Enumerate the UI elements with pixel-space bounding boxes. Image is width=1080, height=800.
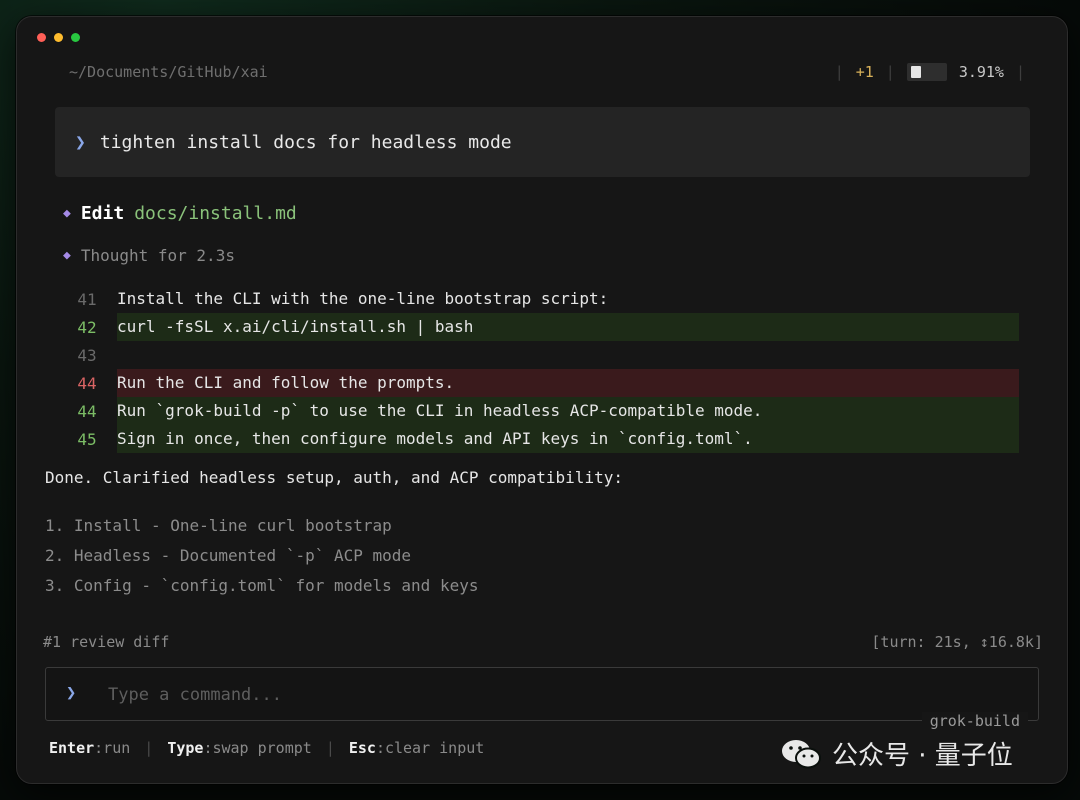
thought-text: Thought for 2.3s [80, 246, 235, 265]
chevron-right-icon: ❯ [66, 683, 77, 703]
close-window-button[interactable] [37, 33, 46, 42]
line-number: 43 [77, 345, 97, 365]
list-item: 2. Headless - Documented `-p` ACP mode [45, 546, 412, 565]
diff-line-added: 45 Sign in once, then configure models an… [57, 425, 1019, 453]
change-count: +1 [855, 63, 874, 81]
chevron-right-icon: ❯ [75, 131, 86, 153]
line-number: 44 [77, 401, 97, 421]
diff-line-added: 42 curl -fsSL x.ai/cli/install.sh | bash [57, 313, 1019, 341]
context-meter-fill [910, 66, 921, 78]
watermark-text: 公众号 · 量子位 [832, 741, 1013, 771]
line-number: 45 [77, 429, 97, 449]
edited-file-link[interactable]: docs/install.md [134, 203, 297, 224]
shortcut-key-type: Type [167, 739, 204, 757]
code-text: Run `grok-build -p` to use the CLI in he… [117, 397, 1019, 425]
review-diff-hint[interactable]: #1 review diff [43, 633, 169, 651]
code-text: Run the CLI and follow the prompts. [117, 369, 1019, 397]
diff-line-context: 41 Install the CLI with the one-line boot… [57, 285, 1019, 313]
agent-name-tag: grok-build [921, 712, 1028, 730]
code-text: curl -fsSL x.ai/cli/install.sh | bash [117, 313, 1019, 341]
list-item: 3. Config - `config.toml` for models and… [45, 576, 479, 595]
edit-label: Edit [80, 203, 125, 224]
shortcut-action-clear: :clear input [375, 739, 485, 757]
wechat-icon [782, 739, 821, 768]
line-number: 42 [77, 317, 97, 337]
diamond-icon: ◆ [63, 248, 71, 263]
divider: | [885, 63, 895, 81]
user-prompt: ❯ tighten install docs for headless mode [55, 107, 1030, 177]
summary-text: Done. Clarified headless setup, auth, an… [45, 468, 623, 487]
line-number: 44 [77, 373, 97, 393]
command-input[interactable] [106, 678, 930, 712]
terminal-window: ~/Documents/GitHub/xai | +1 | 3.91% | ❯ … [16, 16, 1068, 784]
code-text: Sign in once, then configure models and … [117, 425, 1019, 453]
shortcut-key-enter: Enter [49, 739, 95, 757]
diff-view: 41 Install the CLI with the one-line boot… [57, 285, 1019, 453]
thought-status[interactable]: ◆ Thought for 2.3s [63, 246, 235, 265]
context-percent: 3.91% [958, 63, 1004, 81]
command-input-box: ❯ grok-build [45, 667, 1039, 730]
list-item: 1. Install - One-line curl bootstrap [45, 516, 392, 535]
working-directory: ~/Documents/GitHub/xai [69, 63, 268, 81]
line-number: 41 [77, 289, 97, 309]
divider: | [325, 739, 335, 757]
shortcut-action-swap: :swap prompt [203, 739, 312, 757]
context-meter [906, 63, 947, 81]
shortcut-bar: Enter :run | Type :swap prompt | Esc :cl… [49, 739, 484, 757]
divider: | [144, 739, 154, 757]
code-text: Install the CLI with the one-line bootst… [117, 289, 609, 308]
status-bar: | +1 | 3.91% | [823, 63, 1037, 81]
divider: | [1015, 63, 1025, 81]
edit-action: ◆ Edit docs/install.md [63, 203, 297, 224]
maximize-window-button[interactable] [71, 33, 80, 42]
user-prompt-text: tighten install docs for headless mode [99, 131, 512, 153]
watermark: 公众号 · 量子位 [780, 735, 1013, 772]
diamond-icon: ◆ [63, 206, 71, 221]
diff-line-context: 43 [57, 341, 1019, 369]
shortcut-action-run: :run [94, 739, 131, 757]
turn-stats: [turn: 21s, ↕16.8k] [871, 633, 1043, 651]
minimize-window-button[interactable] [54, 33, 63, 42]
divider: | [834, 63, 844, 81]
diff-line-removed: 44 Run the CLI and follow the prompts. [57, 369, 1019, 397]
summary-list: 1. Install - One-line curl bootstrap 2. … [45, 511, 478, 601]
diff-line-added: 44 Run `grok-build -p` to use the CLI in … [57, 397, 1019, 425]
shortcut-key-esc: Esc [348, 739, 376, 757]
